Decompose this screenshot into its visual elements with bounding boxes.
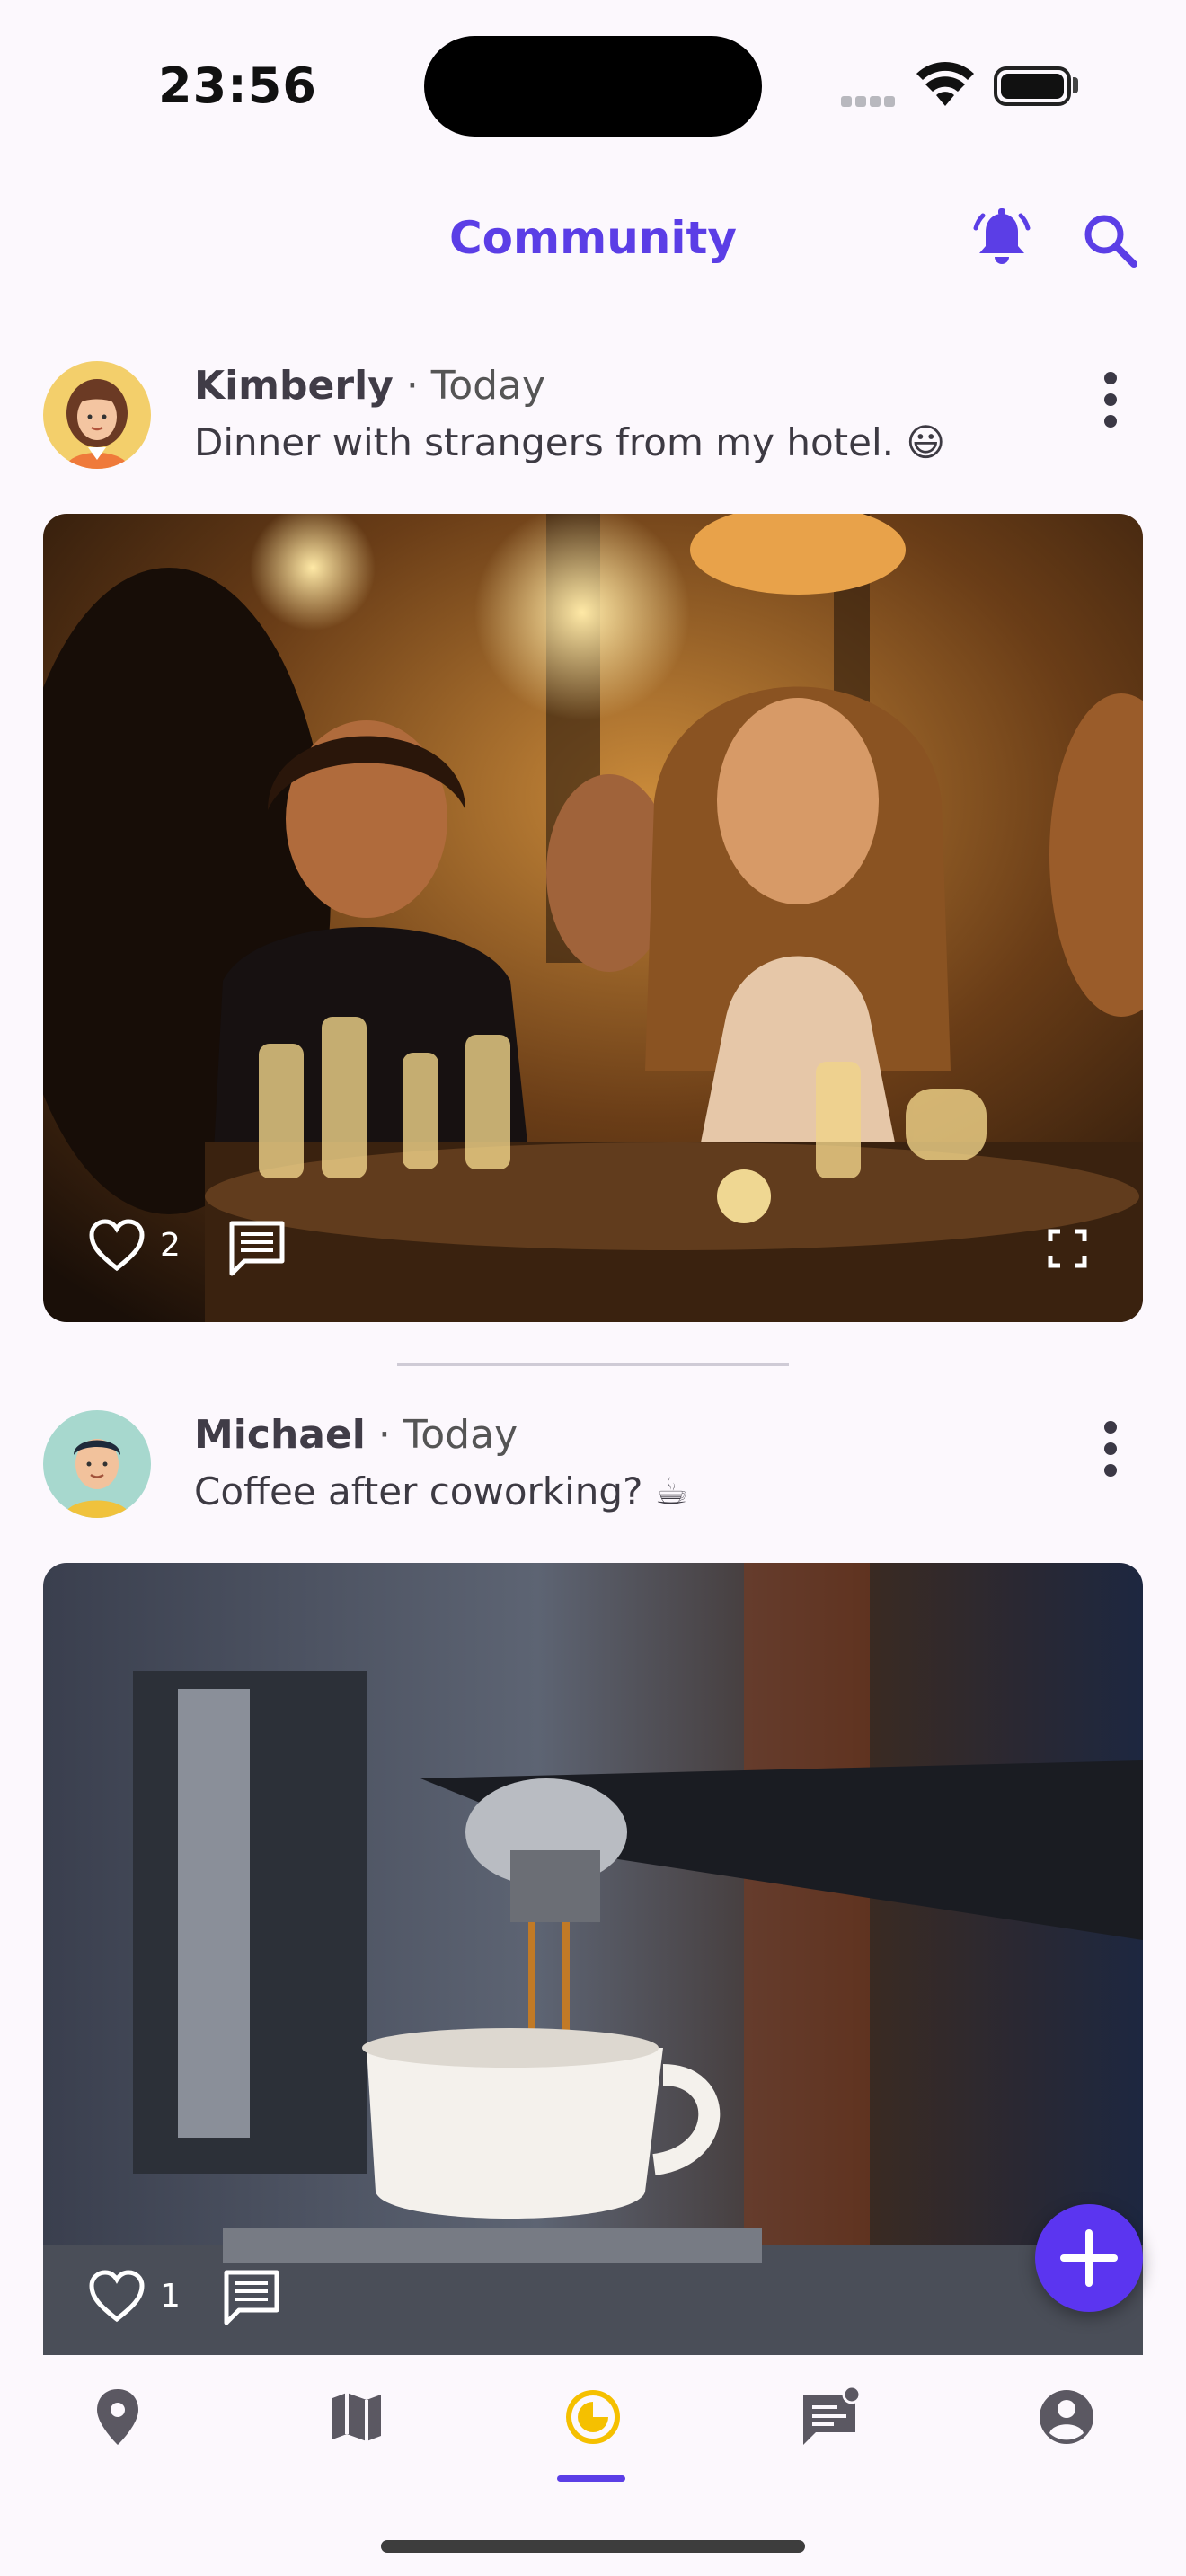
coffee-photo-image — [43, 1563, 1143, 2371]
more-vertical-icon[interactable] — [1100, 1416, 1121, 1487]
like-count: 1 — [160, 2278, 181, 2315]
home-indicator — [381, 2540, 805, 2553]
post-text: Coffee after coworking? ☕ — [194, 1469, 689, 1513]
active-tab-indicator — [557, 2475, 625, 2482]
cellular-signal-icon — [841, 93, 898, 110]
heart-icon[interactable] — [88, 1218, 146, 1272]
post-date: · Today — [377, 1412, 518, 1458]
chat-icon[interactable] — [789, 2377, 870, 2457]
map-icon[interactable] — [316, 2377, 397, 2457]
wifi-icon — [916, 62, 974, 106]
avatar-michael-icon — [43, 1410, 151, 1518]
battery-icon — [994, 66, 1071, 106]
post-text: Dinner with strangers from my hotel. 😃 — [194, 420, 946, 464]
avatar[interactable] — [43, 361, 151, 469]
post-date: · Today — [405, 363, 546, 409]
post-divider — [397, 1363, 789, 1366]
search-icon[interactable] — [1082, 212, 1139, 269]
fullscreen-icon[interactable] — [1048, 1229, 1087, 1268]
plus-icon — [1060, 2229, 1118, 2287]
bell-icon[interactable] — [972, 208, 1031, 271]
post-author[interactable]: Michael — [194, 1412, 366, 1458]
account-icon[interactable] — [1026, 2377, 1107, 2457]
comment-icon[interactable] — [226, 1218, 288, 1277]
dynamic-island — [424, 36, 762, 137]
post-header: Michael · Today — [194, 1412, 518, 1458]
post-photo[interactable] — [43, 514, 1143, 1322]
post-author[interactable]: Kimberly — [194, 363, 394, 409]
post-header: Kimberly · Today — [194, 363, 545, 409]
like-count: 2 — [160, 1227, 181, 1264]
heart-icon[interactable] — [88, 2269, 146, 2323]
status-time: 23:56 — [158, 57, 317, 114]
battery-nub — [1073, 77, 1078, 93]
location-pin-icon[interactable] — [77, 2377, 158, 2457]
post-photo[interactable] — [43, 1563, 1143, 2371]
comment-icon[interactable] — [221, 2267, 282, 2326]
timeline-icon[interactable] — [553, 2377, 633, 2457]
avatar-kimberly-icon — [43, 361, 151, 469]
add-post-button[interactable] — [1035, 2204, 1143, 2312]
more-vertical-icon[interactable] — [1100, 366, 1121, 438]
avatar[interactable] — [43, 1410, 151, 1518]
dinner-photo-image — [43, 514, 1143, 1322]
